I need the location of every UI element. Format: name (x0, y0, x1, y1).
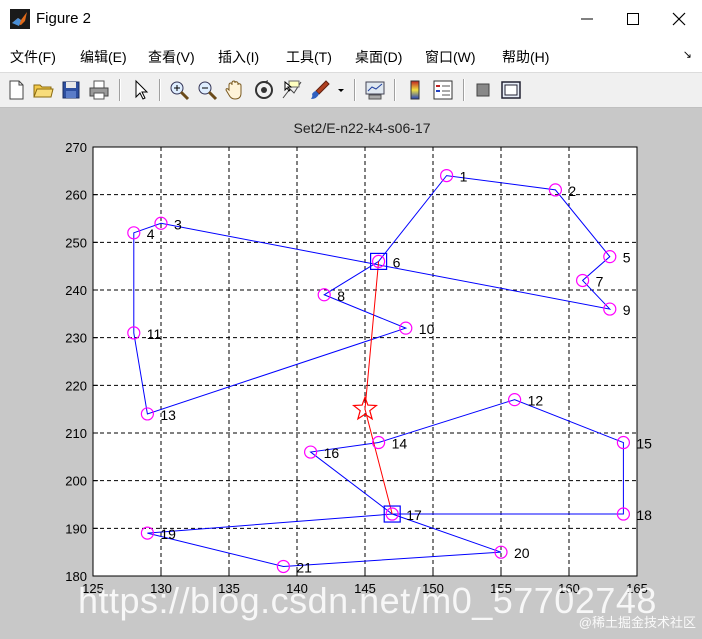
dock-arrow-icon[interactable]: ↘ (683, 48, 692, 61)
hide-plot-tools-icon[interactable] (471, 78, 495, 102)
menu-edit[interactable]: 编辑(E) (80, 47, 127, 67)
print-icon[interactable] (87, 78, 111, 102)
new-figure-icon[interactable] (4, 78, 28, 102)
node-label: 9 (623, 302, 631, 318)
menu-desktop[interactable]: 桌面(D) (355, 47, 402, 67)
y-tick-label: 230 (65, 331, 87, 346)
node-label: 13 (160, 407, 176, 423)
figure-toolbar (0, 73, 702, 108)
node-label: 2 (568, 183, 576, 199)
y-tick-label: 200 (65, 474, 87, 489)
y-tick-label: 190 (65, 521, 87, 536)
menu-help[interactable]: 帮助(H) (502, 47, 549, 67)
node-label: 20 (514, 545, 530, 561)
close-icon (672, 12, 686, 26)
node-label: 11 (147, 326, 162, 342)
watermark-juejin: @稀土掘金技术社区 (578, 615, 696, 630)
node-label: 10 (419, 321, 435, 337)
menu-file[interactable]: 文件(F) (10, 47, 56, 67)
brush-icon[interactable] (308, 78, 332, 102)
y-tick-label: 250 (65, 235, 87, 250)
node-label: 7 (596, 273, 604, 289)
menu-window[interactable]: 窗口(W) (425, 47, 476, 67)
chart-title: Set2/E-n22-k4-s06-17 (294, 120, 431, 136)
node-label: 4 (147, 226, 155, 242)
node-label: 18 (636, 507, 652, 523)
node-label: 6 (393, 254, 401, 270)
minimize-icon (581, 18, 593, 20)
legend-icon[interactable] (431, 78, 455, 102)
watermark-url: https://blog.csdn.net/m0_57702748 (78, 580, 657, 621)
y-tick-label: 210 (65, 426, 87, 441)
node-label: 3 (174, 216, 182, 232)
menu-insert[interactable]: 插入(I) (218, 47, 259, 67)
rotate-3d-icon[interactable] (252, 78, 276, 102)
window-title: Figure 2 (36, 10, 92, 27)
menu-view[interactable]: 查看(V) (148, 47, 195, 67)
zoom-in-icon[interactable] (167, 78, 191, 102)
zoom-out-icon[interactable] (195, 78, 219, 102)
maximize-button[interactable] (610, 0, 656, 38)
node-label: 15 (636, 436, 652, 452)
y-tick-label: 240 (65, 283, 87, 298)
data-cursor-icon[interactable] (280, 78, 304, 102)
maximize-icon (627, 13, 639, 25)
brush-dropdown-icon[interactable] (334, 78, 348, 102)
vrp-plot[interactable]: 123457891011121314 151618192021617 125 130… (0, 108, 702, 634)
save-icon[interactable] (59, 78, 83, 102)
menu-tools[interactable]: 工具(T) (286, 47, 332, 67)
node-label: 17 (406, 507, 422, 523)
node-label: 1 (460, 169, 468, 185)
node-label: 8 (337, 288, 345, 304)
figure-canvas[interactable]: 1 2 3 4 5 7 8 9 10 11 12 13 14 15 16 18 19 20 21 6 17 125 130… (0, 108, 702, 634)
node-label: 21 (296, 559, 312, 575)
pan-hand-icon[interactable] (223, 78, 247, 102)
show-plot-tools-icon[interactable] (499, 78, 523, 102)
close-button[interactable] (656, 0, 702, 38)
node-label: 12 (528, 393, 544, 409)
node-label: 19 (160, 526, 176, 542)
minimize-button[interactable] (564, 0, 610, 38)
y-tick-label: 260 (65, 188, 87, 203)
node-label: 14 (392, 436, 408, 452)
link-plot-icon[interactable] (363, 78, 387, 102)
open-file-icon[interactable] (31, 78, 55, 102)
pointer-icon[interactable] (129, 78, 153, 102)
y-tick-label: 270 (65, 140, 87, 155)
matlab-logo-icon (10, 9, 30, 29)
colorbar-icon[interactable] (403, 78, 427, 102)
y-tick-label: 220 (65, 378, 87, 393)
node-label: 5 (623, 250, 631, 266)
node-label: 16 (324, 445, 340, 461)
menu-bar: 文件(F) 编辑(E) 查看(V) 插入(I) 工具(T) 桌面(D) 窗口(W… (0, 38, 702, 73)
title-bar[interactable]: Figure 2 (0, 0, 702, 38)
